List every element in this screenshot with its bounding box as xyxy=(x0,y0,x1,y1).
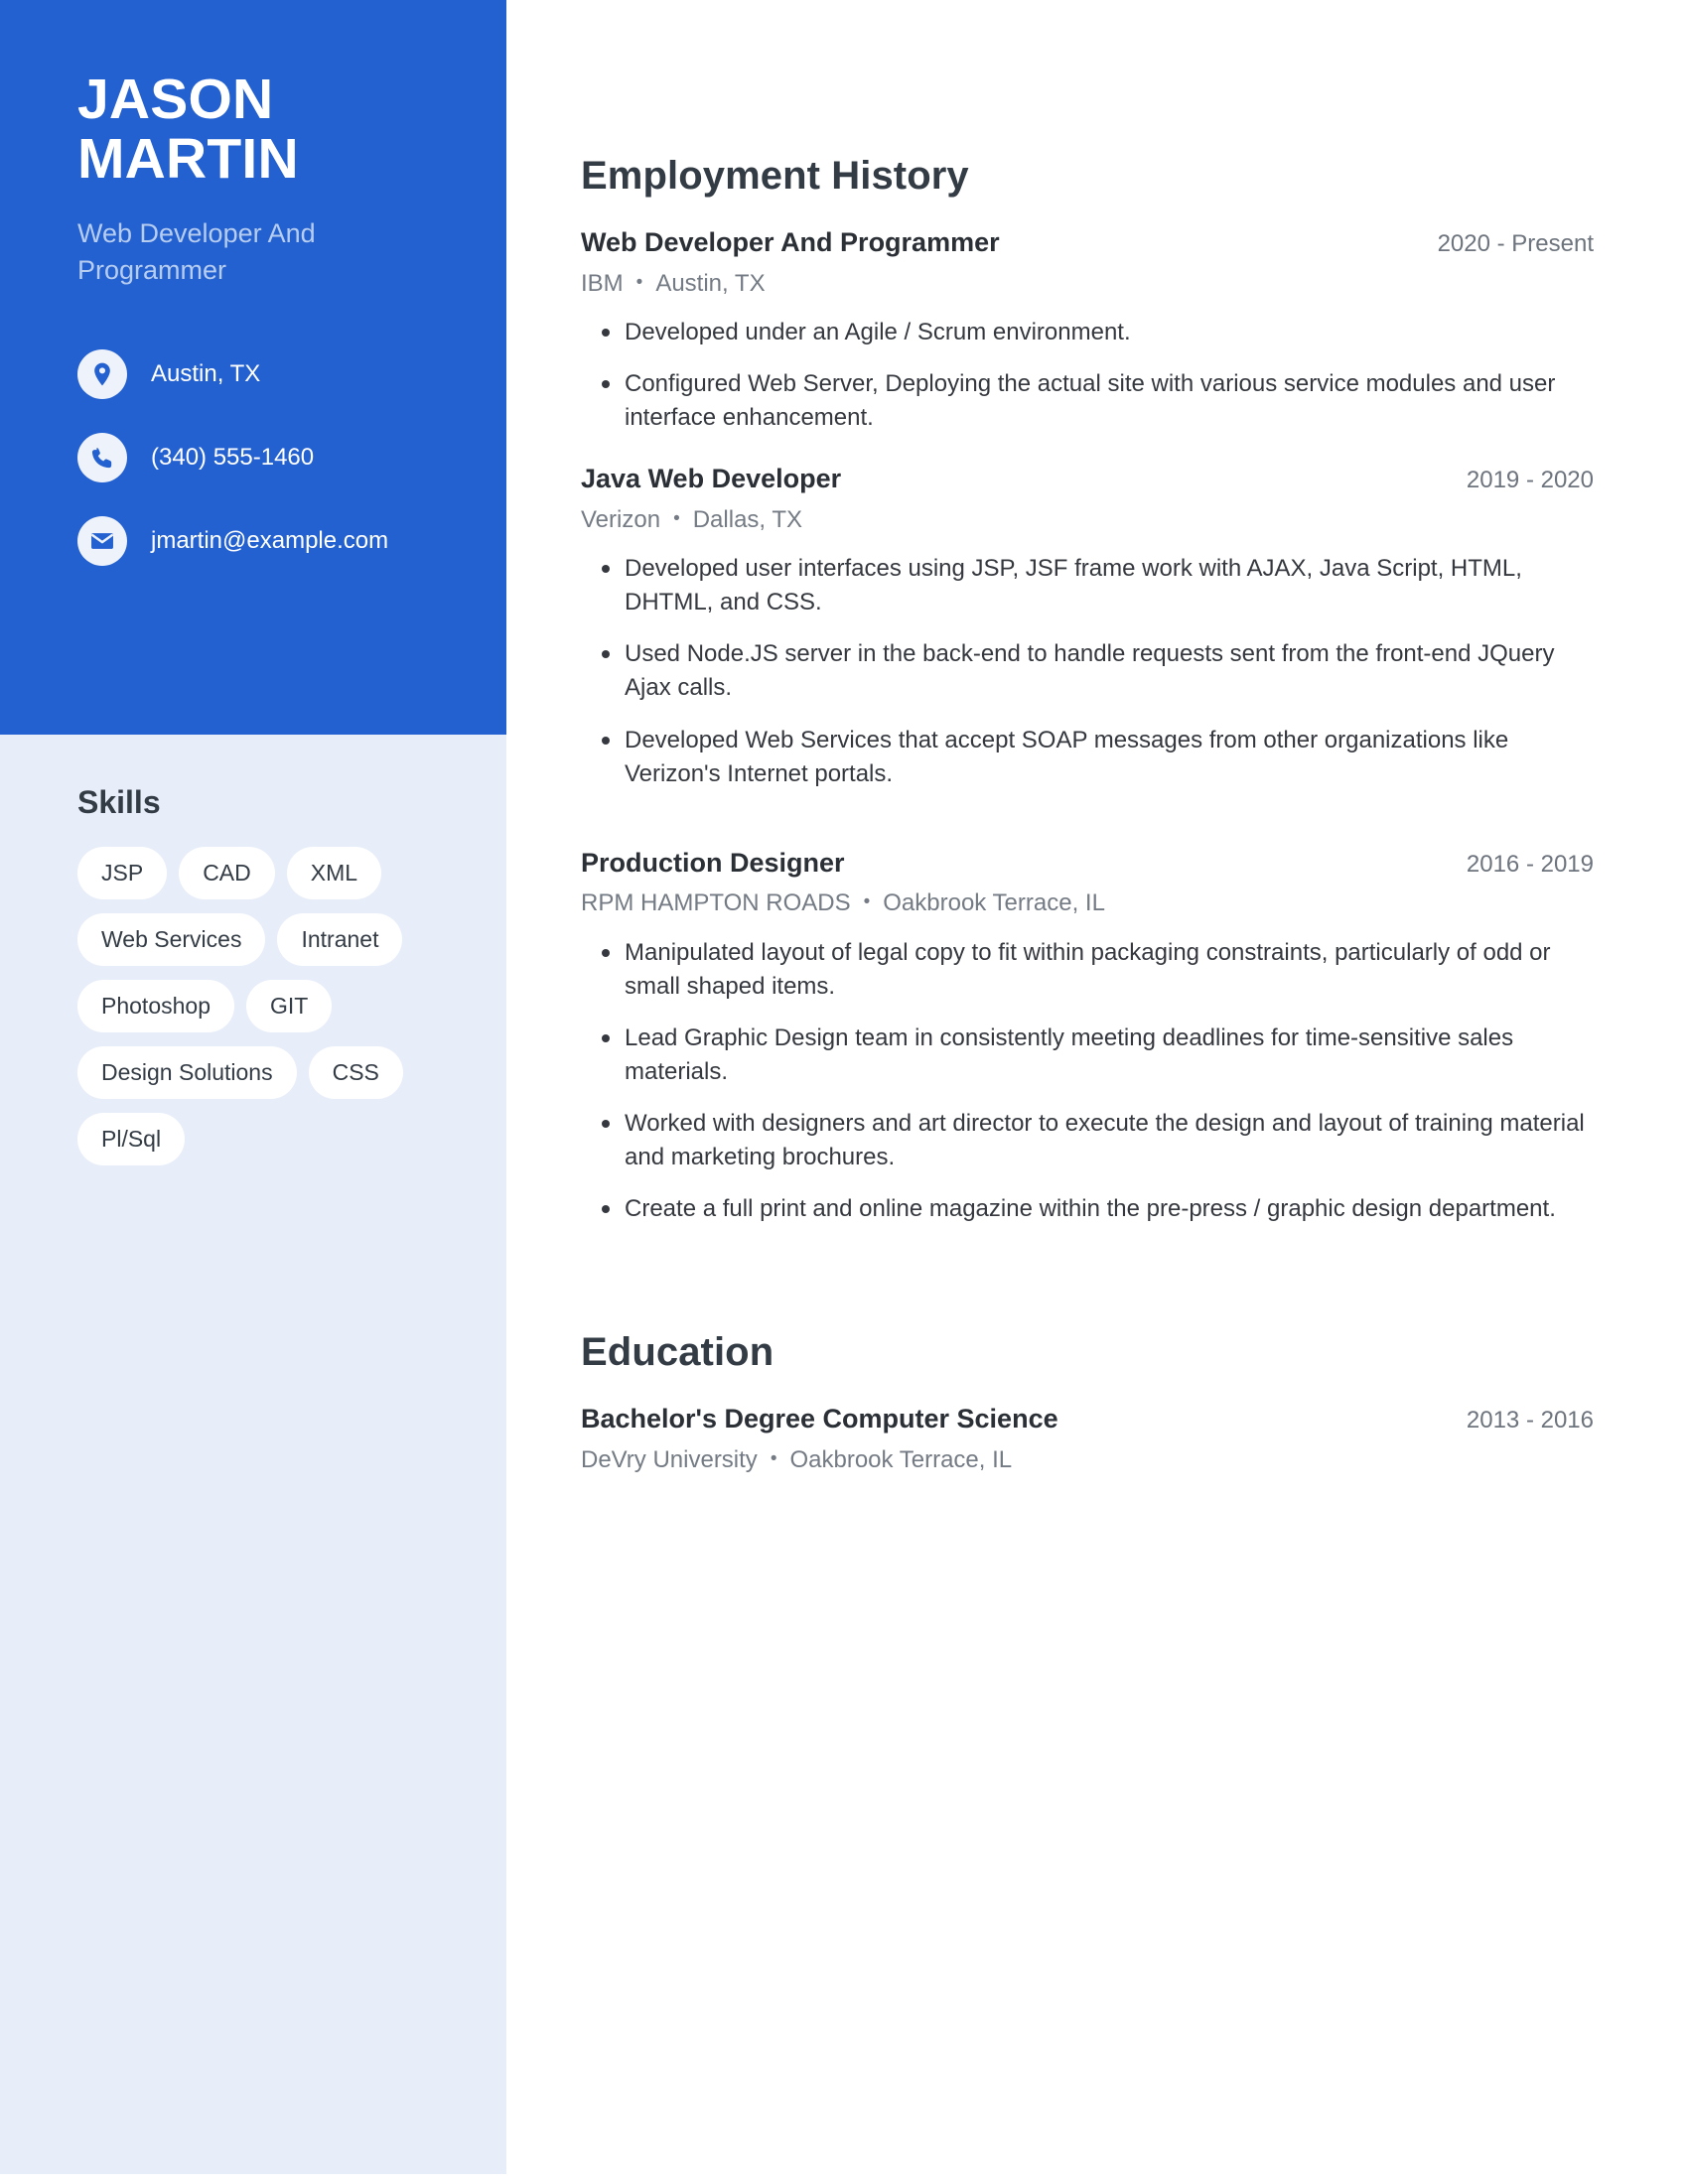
job-bullet: Lead Graphic Design team in consistently… xyxy=(581,1022,1594,1089)
job-bullet: Used Node.JS server in the back-end to h… xyxy=(581,637,1594,705)
job-bullet: Developed under an Agile / Scrum environ… xyxy=(581,316,1594,349)
skill-pill[interactable]: Intranet xyxy=(277,913,403,966)
skill-pill[interactable]: JSP xyxy=(77,847,168,899)
job-bullet: Create a full print and online magazine … xyxy=(581,1192,1594,1226)
skills-title: Skills xyxy=(77,784,161,820)
contact-list: Austin, TX (340) 555-1460 jmartin@exampl… xyxy=(77,349,429,567)
separator-dot: • xyxy=(635,271,643,293)
job-bullet: Developed user interfaces using JSP, JSF… xyxy=(581,552,1594,619)
job-meta: Verizon • Dallas, TX xyxy=(581,504,1594,535)
entry-header: Production Designer 2016 - 2019 xyxy=(581,847,1594,880)
skill-pill[interactable]: Pl/Sql xyxy=(77,1113,186,1165)
job-bullet: Configured Web Server, Deploying the act… xyxy=(581,367,1594,435)
job-bullet: Worked with designers and art director t… xyxy=(581,1107,1594,1174)
job-bullet-list: Manipulated layout of legal copy to fit … xyxy=(581,936,1594,1227)
job-bullet-list: Developed under an Agile / Scrum environ… xyxy=(581,316,1594,435)
contact-email-text: jmartin@example.com xyxy=(151,526,389,554)
contact-item-email[interactable]: jmartin@example.com xyxy=(77,516,429,567)
job-company: IBM xyxy=(581,269,624,297)
main-content: Employment History Web Developer And Pro… xyxy=(581,0,1594,1475)
employment-entry: Production Designer 2016 - 2019 RPM HAMP… xyxy=(581,847,1594,1227)
degree-date: 2013 - 2016 xyxy=(1466,1407,1594,1434)
education-entry: Bachelor's Degree Computer Science 2013 … xyxy=(581,1403,1594,1475)
job-meta: IBM • Austin, TX xyxy=(581,268,1594,299)
skill-pill[interactable]: Design Solutions xyxy=(77,1046,297,1099)
school-name: DeVry University xyxy=(581,1446,758,1473)
contact-item-location[interactable]: Austin, TX xyxy=(77,349,429,400)
candidate-role: Web Developer And Programmer xyxy=(77,217,316,285)
contact-location-text: Austin, TX xyxy=(151,359,261,387)
sidebar: JASON MARTIN Web Developer And Programme… xyxy=(0,0,506,2174)
skill-pill[interactable]: Web Services xyxy=(77,913,266,966)
skills-pill-list: JSP CAD XML Web Services Intranet Photos… xyxy=(77,847,447,1165)
job-company: RPM HAMPTON ROADS xyxy=(581,889,851,917)
skill-pill[interactable]: CAD xyxy=(179,847,275,899)
job-location: Dallas, TX xyxy=(692,506,802,534)
first-name: JASON xyxy=(77,68,274,131)
resume-page: JASON MARTIN Web Developer And Programme… xyxy=(0,0,1688,2184)
job-location: Oakbrook Terrace, IL xyxy=(883,889,1105,917)
job-title: Web Developer And Programmer xyxy=(581,227,1000,257)
job-location: Austin, TX xyxy=(655,269,766,297)
job-title: Production Designer xyxy=(581,847,845,878)
skill-pill[interactable]: Photoshop xyxy=(77,980,234,1032)
degree-title: Bachelor's Degree Computer Science xyxy=(581,1404,1058,1434)
contact-item-phone[interactable]: (340) 555-1460 xyxy=(77,433,429,483)
job-date: 2016 - 2019 xyxy=(1466,850,1594,878)
skill-pill[interactable]: CSS xyxy=(308,1046,403,1099)
entry-header: Java Web Developer 2019 - 2020 xyxy=(581,463,1594,495)
section-title-education: Education xyxy=(581,1330,774,1375)
location-pin-icon xyxy=(77,349,127,400)
job-company: Verizon xyxy=(581,506,661,534)
job-bullet-list: Developed user interfaces using JSP, JSF… xyxy=(581,552,1594,790)
skill-pill[interactable]: XML xyxy=(286,847,382,899)
envelope-icon xyxy=(77,516,127,567)
employment-entry: Java Web Developer 2019 - 2020 Verizon • D… xyxy=(581,463,1594,790)
entry-header: Web Developer And Programmer 2020 - Pres… xyxy=(581,226,1594,259)
job-date: 2020 - Present xyxy=(1437,230,1594,257)
job-meta: RPM HAMPTON ROADS • Oakbrook Terrace, IL xyxy=(581,887,1594,918)
candidate-name: JASON MARTIN xyxy=(77,69,429,190)
sidebar-header: JASON MARTIN Web Developer And Programme… xyxy=(0,0,506,735)
section-title-employment: Employment History xyxy=(581,154,969,198)
skills-section: Skills JSP CAD XML Web Services Intranet… xyxy=(0,784,506,1165)
job-title: Java Web Developer xyxy=(581,464,842,494)
employment-entry: Web Developer And Programmer 2020 - Pres… xyxy=(581,226,1594,435)
contact-phone-text: (340) 555-1460 xyxy=(151,443,315,471)
skill-pill[interactable]: GIT xyxy=(245,980,333,1032)
job-date: 2019 - 2020 xyxy=(1466,467,1594,494)
job-bullet: Developed Web Services that accept SOAP … xyxy=(581,724,1594,791)
phone-icon xyxy=(77,433,127,483)
entry-header: Bachelor's Degree Computer Science 2013 … xyxy=(581,1403,1594,1435)
separator-dot: • xyxy=(863,891,871,913)
job-bullet: Manipulated layout of legal copy to fit … xyxy=(581,936,1594,1004)
degree-meta: DeVry University • Oakbrook Terrace, IL xyxy=(581,1444,1594,1475)
separator-dot: • xyxy=(770,1448,777,1469)
school-location: Oakbrook Terrace, IL xyxy=(789,1446,1013,1473)
last-name: MARTIN xyxy=(77,127,299,192)
separator-dot: • xyxy=(673,508,680,530)
